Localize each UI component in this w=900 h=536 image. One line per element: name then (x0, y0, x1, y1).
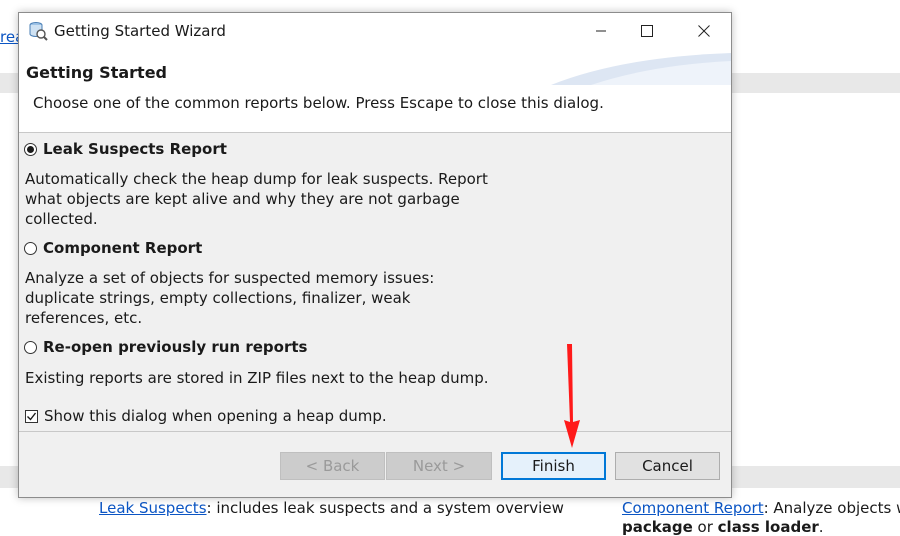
radio-reopen-reports[interactable]: Re-open previously run reports (24, 338, 307, 356)
show-dialog-checkbox-row[interactable]: Show this dialog when opening a heap dum… (25, 407, 387, 425)
dialog-titlebar[interactable]: Getting Started Wizard (19, 13, 731, 49)
background-component-report-line: Component Report: Analyze objects w (622, 499, 900, 517)
bottom-line-class-loader: class loader (717, 518, 819, 536)
leak-suspects-link-desc: : includes leak suspects and a system ov… (206, 499, 564, 517)
maximize-icon (641, 25, 653, 37)
radio-button-checked[interactable] (24, 142, 37, 156)
component-report-link[interactable]: Component Report (622, 499, 764, 517)
dialog-title: Getting Started Wizard (54, 22, 226, 40)
bottom-line-period: . (818, 518, 824, 536)
background-bottom-line: package or class loader. (622, 518, 824, 536)
back-button[interactable]: < Back (280, 452, 385, 480)
checkmark-icon (27, 412, 37, 421)
next-button[interactable]: Next > (386, 452, 492, 480)
wizard-header: Getting Started Choose one of the common… (19, 49, 731, 133)
radio-leak-suspects-report[interactable]: Leak Suspects Report (24, 140, 227, 158)
minimize-button[interactable] (578, 13, 624, 49)
leak-suspects-description: Automatically check the heap dump for le… (25, 170, 488, 228)
minimize-icon (596, 30, 606, 32)
heap-dump-app-icon (28, 21, 48, 41)
header-banner-graphic (551, 53, 731, 85)
radio-button[interactable] (24, 241, 37, 255)
button-bar-separator (19, 431, 731, 432)
maximize-button[interactable] (624, 13, 670, 49)
background-leak-suspects-line: Leak Suspects: includes leak suspects an… (99, 499, 564, 517)
show-dialog-checkbox[interactable] (25, 409, 38, 423)
finish-button[interactable]: Finish (501, 452, 606, 480)
cancel-button[interactable]: Cancel (615, 452, 720, 480)
close-icon (698, 25, 710, 37)
reopen-reports-description: Existing reports are stored in ZIP files… (25, 369, 489, 387)
annotation-arrow-icon (564, 344, 580, 448)
radio-button[interactable] (24, 340, 37, 354)
radio-label-reopen-reports[interactable]: Re-open previously run reports (43, 338, 307, 356)
leak-suspects-link[interactable]: Leak Suspects (99, 499, 207, 517)
wizard-page-description: Choose one of the common reports below. … (33, 94, 604, 112)
bottom-line-or: or (692, 518, 718, 536)
radio-label-leak-suspects[interactable]: Leak Suspects Report (43, 140, 227, 158)
getting-started-dialog: Getting Started Wizard Getting Started C… (18, 12, 732, 498)
show-dialog-checkbox-label[interactable]: Show this dialog when opening a heap dum… (44, 407, 387, 425)
radio-label-component-report[interactable]: Component Report (43, 239, 202, 257)
component-report-description: Analyze a set of objects for suspected m… (25, 269, 435, 327)
component-report-link-desc: : Analyze objects w (763, 499, 900, 517)
wizard-page-title: Getting Started (26, 63, 167, 82)
close-button[interactable] (681, 13, 727, 49)
radio-component-report[interactable]: Component Report (24, 239, 202, 257)
bottom-line-package: package (622, 518, 693, 536)
